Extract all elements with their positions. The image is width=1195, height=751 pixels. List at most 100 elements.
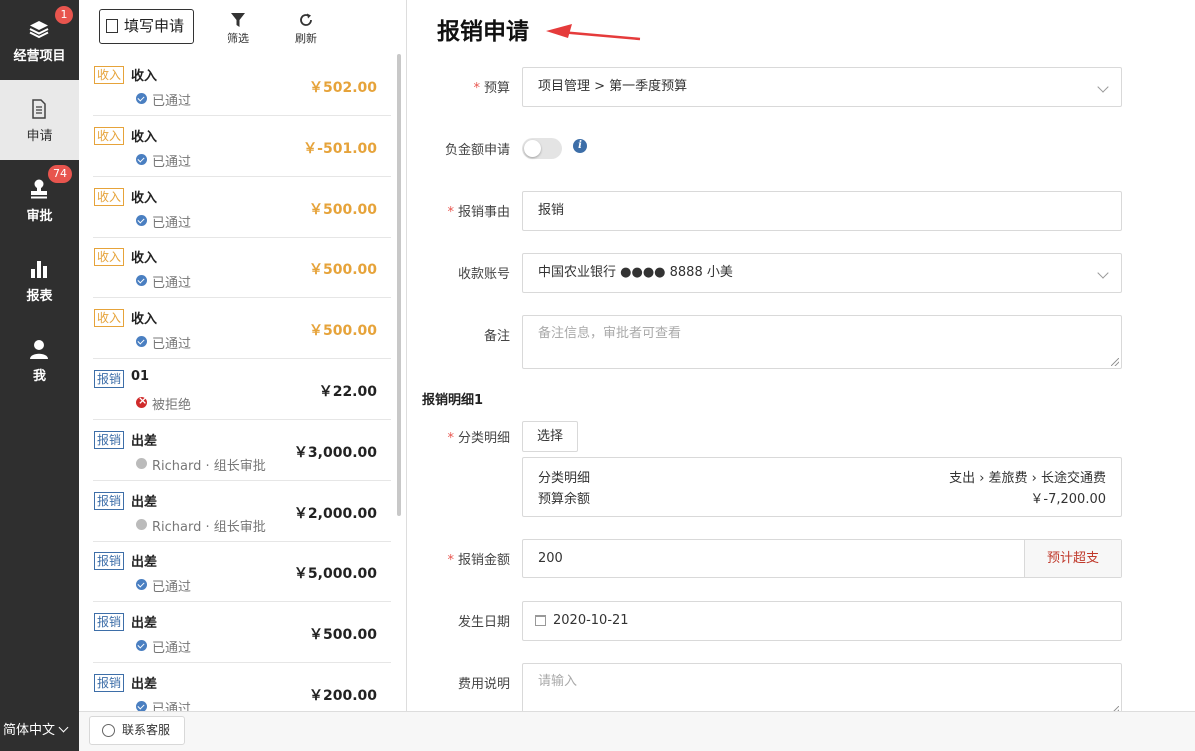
list-item-amount: ￥3,000.00 [293,444,377,461]
negative-amount-toggle[interactable] [522,138,562,159]
reason-value: 报销 [538,203,565,218]
list-item[interactable]: 报销 出差 已通过 ￥5,000.00 [93,541,391,603]
type-tag: 报销 [94,613,125,632]
nav-item-approve[interactable]: 审批 74 [0,160,79,240]
list-item-amount: ￥22.00 [318,384,377,400]
list-item[interactable]: 报销 出差 已通过 ￥500.00 [93,602,391,664]
type-tag: 报销 [94,674,125,692]
type-tag: 收入 [94,187,125,206]
filter-button[interactable]: 筛选 [218,12,258,46]
category-detail-label: 分类明细 [538,471,591,486]
refresh-button[interactable]: 刷新 [286,12,326,46]
list-item-title: 出差 [131,433,158,449]
list-item-amount: ￥500.00 [308,262,377,279]
headset-icon [102,724,115,737]
list-item-title: 收入 [131,69,158,84]
type-tag: 收入 [94,126,125,145]
pending-icon [136,518,147,530]
amount-input[interactable]: 200 预计超支 [522,539,1122,578]
remark-textarea[interactable]: 备注信息，审批者可查看 [522,315,1122,369]
page-title: 报销申请 [437,19,529,45]
list-item[interactable]: 收入 收入已通过 ￥500.00 [93,177,391,238]
list-item-amount: ￥502.00 [308,80,377,96]
list-item-amount: ￥500.00 [308,201,377,218]
document-icon [32,99,46,119]
check-circle-icon [136,336,147,348]
application-list-panel: 填写申请 筛选 刷新 收入 收入 已通过 ￥502.00 收入 收入 已通过 ￥-501.00… [79,0,407,711]
check-circle-icon [136,701,147,711]
list-item-title: 收入 [131,251,158,267]
account-select[interactable]: 中国农业银行 ●●●● 8888 小美 [522,253,1122,293]
list-item-title: 01 [131,369,150,384]
info-icon[interactable]: i [573,139,587,153]
budget-balance-label: 预算余额 [538,492,591,507]
budget-select[interactable]: 项目管理 > 第一季度预算 [522,67,1122,107]
category-detail-box: 分类明细 支出 › 差旅费 › 长途交通费 预算余额 ￥-7,200.00 [522,457,1122,517]
expense-desc-textarea[interactable]: 请输入 [522,663,1122,711]
nav-item-business[interactable]: 经营项目 1 [0,0,79,80]
list-item-amount: ￥-501.00 [303,140,377,157]
detail-section-title: 报销明细1 [422,393,484,408]
list-item-amount: ￥200.00 [308,688,377,704]
account-label: 收款账号 [457,267,510,282]
refresh-label: 刷新 [295,32,317,45]
list-item[interactable]: 收入 收入 已通过 ￥-501.00 [93,116,391,177]
fill-application-label: 填写申请 [124,17,185,35]
nav-item-apply[interactable]: 申请 [0,80,79,160]
check-circle-icon [136,579,147,591]
edit-document-icon [106,19,118,33]
reason-label: * 报销事由 [447,205,510,220]
list-item[interactable]: 报销 出差 Richard · 组长审批 ￥3,000.00 [93,420,391,481]
list-item[interactable]: 收入 收入 已通过 ￥502.00 [93,55,391,116]
choose-category-button[interactable]: 选择 [522,421,578,452]
check-circle-icon [136,640,147,652]
check-circle-icon [136,153,147,165]
negative-amount-label: 负金额申请 [444,143,510,158]
language-label: 简体中文 [3,723,56,738]
type-tag: 收入 [94,66,125,84]
list-item[interactable]: 报销 01被拒绝 ￥22.00 [93,359,391,420]
language-selector[interactable]: 简体中文 [0,711,79,751]
contact-service-button[interactable]: 联系客服 [89,716,185,745]
type-tag: 收入 [94,309,125,328]
calendar-icon [535,615,546,626]
list-item-status: 已通过 [152,702,192,711]
type-tag: 报销 [94,552,125,571]
list-item-status: 已通过 [152,215,192,231]
resize-handle-icon[interactable] [1111,358,1119,366]
type-tag: 报销 [94,491,125,510]
list-item-title: 出差 [131,494,158,510]
user-icon [30,340,48,359]
pointer-arrow-icon [546,24,641,41]
chevron-down-icon [1097,267,1109,279]
list-item-title: 收入 [131,190,158,206]
type-tag: 报销 [94,430,125,449]
amount-value: 200 [538,551,563,566]
list-item[interactable]: 报销 出差 Richard · 组长审批 ￥2,000.00 [93,481,391,542]
bar-chart-icon [31,261,47,278]
list-item-amount: ￥500.00 [308,323,377,340]
list-item-title: 出差 [131,616,158,632]
nav-badge-approve: 74 [48,165,72,183]
filter-label: 筛选 [227,32,249,45]
list-item-title: 收入 [131,129,158,145]
fill-application-button[interactable]: 填写申请 [99,9,194,44]
nav-item-report[interactable]: 报表 [0,240,79,320]
list-item-status: Richard · 组长审批 [152,458,266,474]
budget-label: * 预算 [473,81,510,96]
budget-balance-value: ￥-7,200.00 [1030,492,1106,507]
check-circle-icon [136,214,147,226]
resize-handle-icon[interactable] [1111,706,1119,711]
chevron-down-icon [58,722,69,733]
list-item[interactable]: 收入 收入 已通过 ￥500.00 [93,237,391,299]
date-picker[interactable]: 2020-10-21 [522,601,1122,641]
reason-input[interactable]: 报销 [522,191,1122,231]
list-scrollbar[interactable] [397,54,401,516]
expense-desc-placeholder: 请输入 [538,674,578,689]
list-item[interactable]: 收入 收入 已通过 ￥500.00 [93,298,391,360]
list-item-status: 已通过 [152,276,192,292]
category-label: * 分类明细 [447,431,510,446]
list-item[interactable]: 报销 出差 已通过 ￥200.00 [93,663,391,711]
nav-item-me[interactable]: 我 [0,320,79,400]
app-root: 经营项目 1 申请 审批 74 报表 我 简体中文 联系客服 填写申请 筛选 刷… [0,0,1195,751]
